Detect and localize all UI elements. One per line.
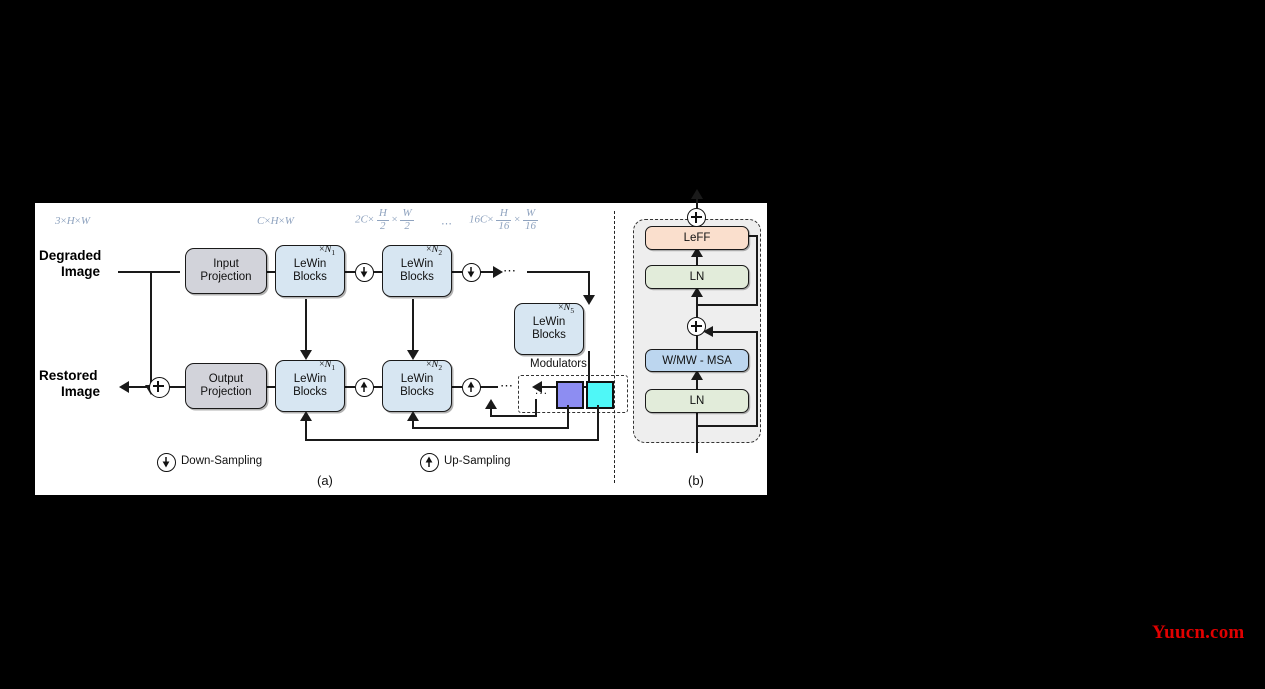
panel-a-caption: (a) xyxy=(317,473,333,488)
arrowhead-bottleneck-in xyxy=(583,295,595,305)
encoder-lewin2-multiplier: ×N2 xyxy=(426,244,443,257)
panelb-res2-v xyxy=(756,235,758,305)
arrowhead-encoder-ellipsis xyxy=(493,266,503,278)
modulator1-wire-h xyxy=(412,427,569,429)
modulator1-wire-v xyxy=(567,405,569,428)
decoder-lewin2-line2: Blocks xyxy=(400,386,434,398)
restored-image-line1: Restored xyxy=(39,368,98,383)
ln-bottom-block[interactable]: LN xyxy=(645,389,749,413)
dim-label-input: 3×H×W xyxy=(55,215,91,227)
encoder-lewin1-line1: LeWin xyxy=(293,258,327,271)
output-projection-line2: Projection xyxy=(200,386,252,398)
decoder-lewin1-line2: Blocks xyxy=(293,386,327,398)
panelb-adder-2 xyxy=(687,208,706,227)
decoder-ellipsis: ⋯ xyxy=(500,378,515,393)
input-projection-line1: Input xyxy=(213,258,239,271)
panel-divider xyxy=(614,211,615,483)
legend-up-sampling-label: Up-Sampling xyxy=(444,455,511,467)
modulator-stub-h xyxy=(490,415,537,417)
skip-connection-stage2 xyxy=(412,299,414,354)
restored-image-line2: Image xyxy=(61,383,101,399)
input-projection-block[interactable]: Input Projection xyxy=(185,248,267,294)
modulator2-wire-h xyxy=(305,439,599,441)
input-projection-line2: Projection xyxy=(200,271,252,283)
wire-global-skip-vertical xyxy=(150,271,152,389)
decoder-lewin1-multiplier: ×N1 xyxy=(319,359,336,372)
modulators-ellipsis: ... xyxy=(535,385,549,397)
modulator-swatch-1[interactable] xyxy=(556,381,584,409)
watermark: Yuucn.com xyxy=(1152,622,1245,643)
arrowhead-skip-stage2 xyxy=(407,350,419,360)
wire-branch-to-inproj xyxy=(150,271,180,273)
degraded-image-line1: Degraded xyxy=(39,248,102,263)
output-projection-block[interactable]: Output Projection xyxy=(185,363,267,409)
up-sampling-icon-1[interactable] xyxy=(355,378,374,397)
modulators-title: Modulators xyxy=(530,358,587,370)
modulator-stub-up xyxy=(490,401,492,416)
arrowhead-skip-stage1 xyxy=(300,350,312,360)
encoder-lewin1-line2: Blocks xyxy=(293,271,327,283)
decoder-lewin2-sub: 2 xyxy=(438,363,443,372)
encoder-lewin2-line2: Blocks xyxy=(400,271,434,283)
degraded-image-label: Degraded Image xyxy=(39,248,101,279)
encoder-lewin1-multiplier: ×N1 xyxy=(319,244,336,257)
wire-outproj-to-adder xyxy=(168,386,186,388)
bottleneck-lewin-line2: Blocks xyxy=(532,329,566,341)
wire-ellipsis-to-bottleneck-h xyxy=(527,271,590,273)
panelb-res2-h xyxy=(696,304,758,306)
decoder-lewin1-sub: 1 xyxy=(331,363,336,372)
down-sampling-icon-2[interactable] xyxy=(462,263,481,282)
legend-down-sampling-icon xyxy=(157,453,176,472)
bottleneck-lewin-multiplier: ×N5 xyxy=(558,302,575,315)
wire-adder-to-output xyxy=(127,386,149,388)
encoder-lewin2-sub: 2 xyxy=(438,248,443,257)
legend-down-sampling-label: Down-Sampling xyxy=(181,455,263,467)
encoder-lewin2-line1: LeWin xyxy=(400,258,434,271)
decoder-lewin2-multiplier: ×N2 xyxy=(426,359,443,372)
residual-adder xyxy=(149,377,170,398)
modulator1-wire-up xyxy=(412,413,414,428)
dim-label-stage2: 2C× H 2 × W 2 xyxy=(355,207,414,232)
dim-label-ellipsis: ⋯ xyxy=(441,218,452,230)
output-projection-line1: Output xyxy=(208,373,244,386)
wire-input-to-branch xyxy=(118,271,150,273)
panelb-res1-top xyxy=(707,331,758,333)
panelb-res1-v xyxy=(756,331,758,426)
decoder-lewin1-line1: LeWin xyxy=(293,373,327,386)
wmw-msa-block[interactable]: W/MW - MSA xyxy=(645,349,749,372)
modulator2-wire-up xyxy=(305,413,307,440)
panelb-msa-to-adder1 xyxy=(696,336,698,349)
encoder-lewin1-sub: 1 xyxy=(331,248,336,257)
modulator2-wire-v xyxy=(597,405,599,440)
bottleneck-lewin-line1: LeWin xyxy=(532,316,566,329)
decoder-lewin2-line1: LeWin xyxy=(400,373,434,386)
degraded-image-line2: Image xyxy=(61,263,101,279)
panelb-res1-h xyxy=(696,425,758,427)
ln-top-label: LN xyxy=(689,271,705,283)
restored-image-label: Restored Image xyxy=(39,368,100,399)
arrowhead-restored-image xyxy=(119,381,129,393)
leff-block[interactable]: LeFF xyxy=(645,226,749,250)
panelb-input-wire xyxy=(696,431,698,453)
panelb-adder-1 xyxy=(687,317,706,336)
ln-bottom-label: LN xyxy=(689,395,705,407)
leff-label: LeFF xyxy=(683,232,711,244)
bottleneck-lewin-sub: 5 xyxy=(570,306,575,315)
panel-b-caption: (b) xyxy=(688,473,704,488)
up-sampling-icon-2[interactable] xyxy=(462,378,481,397)
arrowhead-panelb-output xyxy=(691,189,703,199)
modulator-swatch-2[interactable] xyxy=(586,381,614,409)
figure-canvas: 3×H×W C×H×W 2C× H 2 × W 2 ⋯ 16C× H 16 × … xyxy=(35,189,767,495)
wmw-msa-label: W/MW - MSA xyxy=(662,354,732,367)
encoder-ellipsis: ⋯ xyxy=(503,263,518,278)
dim-label-stage1: C×H×W xyxy=(257,215,294,227)
ln-top-block[interactable]: LN xyxy=(645,265,749,289)
dim-label-bottleneck: 16C× H 16 × W 16 xyxy=(469,207,539,232)
wire-inproj-to-lewin1 xyxy=(267,271,275,273)
wire-ellipsis-to-up2 xyxy=(480,386,498,388)
down-sampling-icon-1[interactable] xyxy=(355,263,374,282)
skip-connection-stage1 xyxy=(305,299,307,354)
legend-up-sampling-icon xyxy=(420,453,439,472)
wire-lewin1d-to-outproj xyxy=(267,386,275,388)
